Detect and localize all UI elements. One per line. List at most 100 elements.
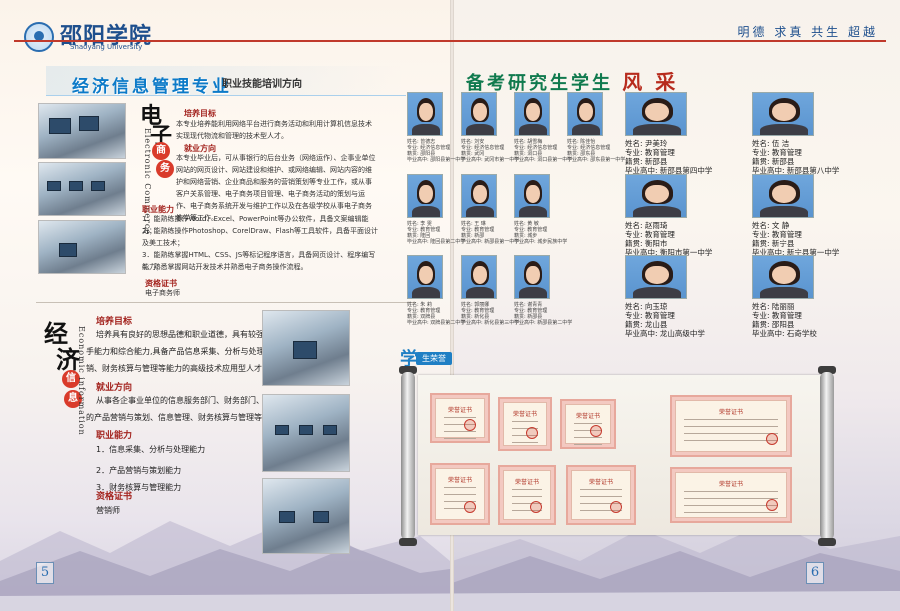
student-portrait xyxy=(461,255,497,299)
honor-certificate: 荣誉证书 xyxy=(566,465,636,525)
student-caption-4: 毕业高中: 石奇学校 xyxy=(752,329,817,338)
student-portrait xyxy=(625,174,687,218)
scroll-rod-right xyxy=(820,372,834,540)
right-title-accent: 风 采 xyxy=(622,70,679,94)
student-portrait xyxy=(407,92,443,136)
student-caption-4: 毕业高中: 新邵县第二中学 xyxy=(514,320,573,326)
brochure-spread: 邵阳学院 Shaoyang University 明德 求真 共生 超越 经济信… xyxy=(0,0,900,611)
student-caption-4: 毕业高中: 武冈市第一中学 xyxy=(461,157,520,163)
certificate-title: 荣誉证书 xyxy=(575,413,600,420)
student-caption-2: 专业: 教育管理 xyxy=(752,230,802,239)
certificate-title: 荣誉证书 xyxy=(718,481,743,488)
student-portrait xyxy=(752,255,814,299)
honor-certificate: 荣誉证书 xyxy=(560,399,616,449)
econinfo-english-label: Economic information xyxy=(77,326,86,436)
student-caption-2: 专业: 教育管理 xyxy=(752,148,802,157)
certificate-title: 荣誉证书 xyxy=(447,407,472,414)
honor-certificate: 荣誉证书 xyxy=(430,463,490,525)
ei-cert-text: 营销师 xyxy=(96,506,120,515)
office-photo-1 xyxy=(262,310,350,386)
office-photo-3 xyxy=(262,478,350,554)
student-portrait xyxy=(567,92,603,136)
certificate-title: 荣誉证书 xyxy=(588,479,613,486)
office-photo-2 xyxy=(262,394,350,472)
school-motto: 明德 求真 共生 超越 xyxy=(737,25,878,39)
right-title-main: 备考研究生学生 xyxy=(466,73,613,94)
certificate-title: 荣誉证书 xyxy=(514,479,539,486)
student-caption-4: 毕业高中: 城步民族中学 xyxy=(514,239,568,245)
student-caption-1: 姓名: 向玉琼 xyxy=(625,302,668,311)
honor-tag-label: 生荣誉 xyxy=(416,352,452,365)
student-caption-2: 专业: 教育管理 xyxy=(625,230,675,239)
student-caption-1: 姓名: 文 静 xyxy=(752,221,790,230)
honor-certificate: 荣誉证书 xyxy=(430,393,490,443)
student-caption-3: 籍贯: 龙山县 xyxy=(625,320,668,329)
classroom-photo-1 xyxy=(38,103,126,159)
ec-ability-4: 4．熟悉掌握网站开发技术并熟悉电子商务操作流程。 xyxy=(142,263,308,271)
ei-ability-heading: 职业能力 xyxy=(96,431,133,441)
classroom-photo-2 xyxy=(38,162,126,216)
student-caption-4: 毕业高中: 洞口县第一中学 xyxy=(514,157,573,163)
student-portrait xyxy=(752,174,814,218)
red-stamp-icon xyxy=(526,427,538,439)
student-caption-3: 籍贯: 衡阳市 xyxy=(625,239,668,248)
honor-certificate: 荣誉证书 xyxy=(498,465,556,525)
major-title: 经济信息管理专业 xyxy=(72,77,232,97)
ei-ability-2: 2．产品营销与策划能力 xyxy=(96,466,182,475)
student-caption-3: 籍贯: 新邵县 xyxy=(625,157,668,166)
red-stamp-icon xyxy=(766,499,778,511)
student-caption-4: 毕业高中: 新邵县第一中学 xyxy=(461,239,520,245)
student-caption-4: 毕业高中: 新化县第三中学 xyxy=(461,320,520,326)
honor-certificate: 荣誉证书 xyxy=(670,467,792,523)
student-caption-4: 毕业高中: 邵东县第一中学 xyxy=(567,157,626,163)
student-caption-1: 姓名: 陆丽丽 xyxy=(752,302,795,311)
student-portrait xyxy=(625,92,687,136)
certificate-title: 荣誉证书 xyxy=(447,477,472,484)
student-caption-3: 籍贯: 新宁县 xyxy=(752,239,795,248)
student-caption-2: 专业: 教育管理 xyxy=(625,148,675,157)
student-caption-1: 姓名: 赵雨琦 xyxy=(625,221,668,230)
page-number-right: 6 xyxy=(806,562,824,584)
ei-cert-heading: 资格证书 xyxy=(96,492,133,502)
red-stamp-icon xyxy=(464,419,476,431)
scroll-cap-left-bottom xyxy=(399,538,417,546)
red-stamp-icon xyxy=(590,425,602,437)
red-stamp-icon xyxy=(766,433,778,445)
student-portrait xyxy=(407,174,443,218)
student-portrait xyxy=(514,174,550,218)
school-logo-icon xyxy=(24,22,54,52)
school-english-name: Shaoyang University xyxy=(70,43,143,51)
ei-ability-1: 1．信息采集、分析与处理能力 xyxy=(96,445,206,454)
student-caption-1: 姓名: 伍 洁 xyxy=(752,139,790,148)
red-stamp-icon xyxy=(610,501,622,513)
ei-employment-text-2: 的产品营销与策划、信息管理、财务核算与管理等工作; xyxy=(86,413,281,422)
ec-training-goal-text: 本专业培养能利用网络平台进行商务活动和利用计算机信息技术实现现代物流和管理的技术… xyxy=(176,120,372,140)
classroom-photo-3 xyxy=(38,220,126,274)
page-number-left: 5 xyxy=(36,562,54,584)
student-caption-4: 毕业高中: 双牌县第二中学 xyxy=(407,320,466,326)
section-divider xyxy=(36,302,416,303)
student-portrait xyxy=(407,255,443,299)
honor-certificate: 荣誉证书 xyxy=(498,397,552,451)
student-portrait xyxy=(625,255,687,299)
honor-scroll: 荣誉证书 荣誉证书 荣誉证书 荣誉证书 荣誉证书 荣誉证书 荣誉证书 荣誉证书 xyxy=(418,375,824,535)
student-portrait xyxy=(514,255,550,299)
student-caption-1: 姓名: 尹美玲 xyxy=(625,139,668,148)
ec-ability-2: 2．能熟练操作Photoshop、CorelDraw、Flash等工具软件，具备… xyxy=(142,227,379,247)
student-caption-4: 毕业高中: 龙山高级中学 xyxy=(625,329,705,338)
certificate-title: 荣誉证书 xyxy=(718,409,743,416)
student-caption-2: 专业: 教育管理 xyxy=(752,311,802,320)
scroll-rod-left xyxy=(401,372,415,540)
ei-training-goal-text-3: 销、财务核算与管理等能力的高级技术应用型人才。 xyxy=(86,364,270,373)
student-caption-4: 毕业高中: 邵阳县第一中学 xyxy=(407,157,466,163)
student-portrait xyxy=(752,92,814,136)
student-portrait xyxy=(461,174,497,218)
student-caption-2: 专业: 教育管理 xyxy=(625,311,675,320)
student-caption-3: 籍贯: 新邵县 xyxy=(752,157,795,166)
ecommerce-badge-2: 务 xyxy=(156,160,174,178)
major-subtitle: 职业技能培训方向 xyxy=(222,79,302,90)
student-portrait xyxy=(514,92,550,136)
header-divider xyxy=(14,40,886,42)
honor-certificate: 荣誉证书 xyxy=(670,395,792,457)
right-page-title: 备考研究生学生 风 采 xyxy=(466,66,678,95)
